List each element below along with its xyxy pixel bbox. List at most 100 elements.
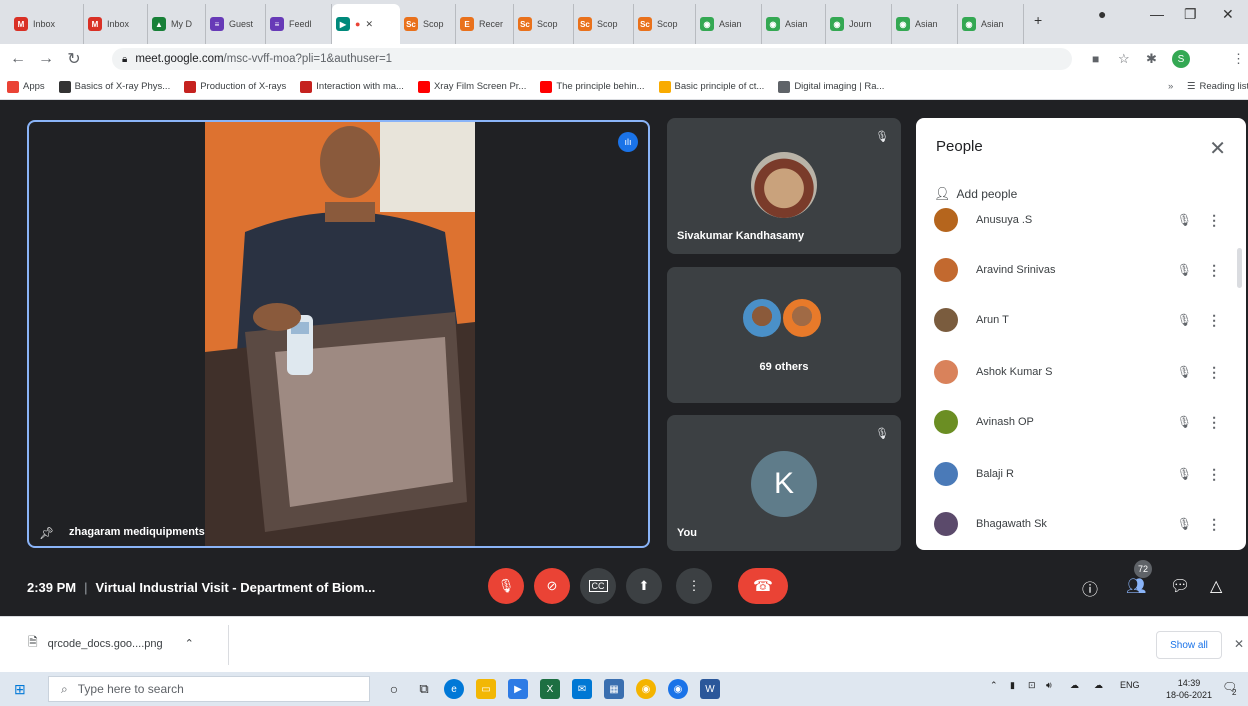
close-downloads-icon[interactable]: ✕ xyxy=(1234,637,1244,651)
browser-tab[interactable]: M Inbox xyxy=(84,4,148,44)
profile-avatar[interactable]: S xyxy=(1172,50,1190,68)
browser-tab[interactable]: ◉ Asian xyxy=(696,4,762,44)
browser-tab[interactable]: ▶ ● ✕ xyxy=(332,4,400,44)
people-scrollbar[interactable] xyxy=(1237,248,1242,288)
word-icon[interactable]: W xyxy=(700,679,720,699)
mail-icon[interactable]: ✉ xyxy=(572,679,592,699)
maximize-icon[interactable]: ❐ xyxy=(1184,0,1197,28)
browser-tab[interactable]: ◉ Asian xyxy=(958,4,1024,44)
more-vert-icon[interactable]: ⋮ xyxy=(1204,466,1224,483)
bookmark-star-icon[interactable]: ☆ xyxy=(1118,51,1130,67)
browser-tab[interactable]: ≡ Feedl xyxy=(266,4,332,44)
participant-name: Ashok Kumar S xyxy=(976,366,1053,378)
volume-icon[interactable]: 🔊︎ xyxy=(1046,680,1052,691)
people-icon[interactable]: 👥︎ xyxy=(1126,576,1146,596)
browser-tab[interactable]: ◉ Asian xyxy=(762,4,826,44)
pin-icon[interactable]: 📌︎ xyxy=(39,526,54,540)
browser-tab[interactable]: ▲ My D xyxy=(148,4,206,44)
task-view-icon[interactable]: ⧉ xyxy=(414,679,434,699)
bookmark-item[interactable]: Production of X-rays xyxy=(177,80,293,93)
new-tab-button[interactable]: + xyxy=(1034,6,1042,34)
excel-icon[interactable]: X xyxy=(540,679,560,699)
show-hidden-icons[interactable]: ⌃ xyxy=(990,680,998,691)
meeting-details-icon[interactable]: ⓘ xyxy=(1082,576,1098,600)
apps-bookmark[interactable]: Apps xyxy=(0,80,52,93)
bookmark-item[interactable]: Digital imaging | Ra... xyxy=(771,80,891,93)
participant-tile-sivakumar[interactable]: 🎙︎ Sivakumar Kandhasamy xyxy=(667,118,901,254)
network-icon[interactable]: ⊡ xyxy=(1028,680,1036,691)
onedrive-icon[interactable]: ☁ xyxy=(1070,680,1079,691)
camera-indicator-icon[interactable]: ■ xyxy=(1092,52,1099,66)
chevron-up-icon[interactable]: ⌃ xyxy=(185,637,194,650)
captions-button[interactable]: CC xyxy=(580,568,616,604)
participant-row[interactable]: Ashok Kumar S 🎙︎ ⋮ xyxy=(934,352,1224,392)
back-icon[interactable]: ← xyxy=(4,50,32,68)
main-video-tile[interactable]: ılı 📌︎ zhagaram mediquipments xyxy=(27,120,650,548)
zoom-icon[interactable]: ▶ xyxy=(508,679,528,699)
edge-icon[interactable]: e xyxy=(444,679,464,699)
extensions-icon[interactable]: ✱ xyxy=(1146,51,1157,67)
more-vert-icon[interactable]: ⋮ xyxy=(1204,414,1224,431)
globe-icon: ◉ xyxy=(830,17,844,31)
chrome-icon[interactable]: ◉ xyxy=(636,679,656,699)
browser-tab[interactable]: E Recer xyxy=(456,4,514,44)
more-vert-icon[interactable]: ⋮ xyxy=(1204,262,1224,279)
minimize-icon[interactable]: — xyxy=(1150,0,1164,28)
more-vert-icon[interactable]: ⋮ xyxy=(1204,516,1224,533)
tray-icon[interactable]: ▮ xyxy=(1010,680,1015,691)
bookmark-item[interactable]: The principle behin... xyxy=(533,80,651,93)
close-window-icon[interactable]: ✕ xyxy=(1222,0,1234,28)
taskbar-search-input[interactable]: ⌕ Type here to search xyxy=(48,676,370,702)
bookmark-item[interactable]: Xray Film Screen Pr... xyxy=(411,80,533,93)
more-vert-icon[interactable]: ⋮ xyxy=(1204,364,1224,381)
bookmark-item[interactable]: Basic principle of ct... xyxy=(652,80,772,93)
more-bookmarks-button[interactable]: » xyxy=(1168,81,1173,92)
browser-tab[interactable]: Sc Scop xyxy=(634,4,696,44)
participant-row[interactable]: Aravind Srinivas 🎙︎ ⋮ xyxy=(934,250,1224,290)
profile-circle-icon[interactable]: ● xyxy=(1098,0,1106,28)
self-tile[interactable]: 🎙︎ K You xyxy=(667,415,901,551)
participant-row[interactable]: Arun T 🎙︎ ⋮ xyxy=(934,300,1224,340)
chrome-profile-icon[interactable]: ◉ xyxy=(668,679,688,699)
reload-icon[interactable]: ↻ xyxy=(60,49,88,69)
language-indicator[interactable]: ENG xyxy=(1120,680,1140,690)
present-button[interactable]: ⬆ xyxy=(626,568,662,604)
camera-toggle-button[interactable]: ⊘ xyxy=(534,568,570,604)
chat-icon[interactable]: 💬︎ xyxy=(1170,576,1190,596)
url-input[interactable]: 🔒︎ meet.google.com/msc-vvff-moa?pli=1&au… xyxy=(112,48,1072,70)
file-explorer-icon[interactable]: ▭ xyxy=(476,679,496,699)
browser-tab[interactable]: ≡ Guest xyxy=(206,4,266,44)
bookmark-item[interactable]: Basics of X-ray Phys... xyxy=(52,80,178,93)
leave-call-button[interactable]: ☎ xyxy=(738,568,788,604)
participant-row[interactable]: Avinash OP 🎙︎ ⋮ xyxy=(934,402,1224,442)
onedrive-icon[interactable]: ☁ xyxy=(1094,680,1103,691)
browser-tab[interactable]: Sc Scop xyxy=(400,4,456,44)
participant-row[interactable]: Anusuya .S 🎙︎ ⋮ xyxy=(934,200,1224,240)
mic-toggle-button[interactable]: 🎙︎ xyxy=(488,568,524,604)
tab-label: Feedl xyxy=(289,19,312,29)
forward-icon[interactable]: → xyxy=(32,50,60,68)
activities-icon[interactable]: △ xyxy=(1210,576,1222,596)
browser-menu-icon[interactable]: ⋮ xyxy=(1232,51,1245,67)
browser-tab[interactable]: ◉ Asian xyxy=(892,4,958,44)
browser-tab[interactable]: M Inbox xyxy=(10,4,84,44)
show-all-button[interactable]: Show all xyxy=(1156,631,1222,659)
windows-start-icon[interactable]: ⊞ xyxy=(14,681,26,698)
download-item[interactable]: 🗎 qrcode_docs.goo....png ⌃ xyxy=(28,633,194,654)
others-tile[interactable]: 69 others xyxy=(667,267,901,403)
cortana-icon[interactable]: ○ xyxy=(384,679,404,699)
reading-list-button[interactable]: ☰ Reading list xyxy=(1180,81,1248,92)
browser-tab[interactable]: ◉ Journ xyxy=(826,4,892,44)
bookmark-item[interactable]: Interaction with ma... xyxy=(293,80,411,93)
more-vert-icon[interactable]: ⋮ xyxy=(1204,212,1224,229)
participant-row[interactable]: Bhagawath Sk 🎙︎ ⋮ xyxy=(934,504,1224,544)
browser-tab[interactable]: Sc Scop xyxy=(574,4,634,44)
close-tab-icon[interactable]: ✕ xyxy=(365,19,373,30)
participant-row[interactable]: Balaji R 🎙︎ ⋮ xyxy=(934,454,1224,494)
more-vert-icon[interactable]: ⋮ xyxy=(1204,312,1224,329)
browser-tab[interactable]: Sc Scop xyxy=(514,4,574,44)
more-options-button[interactable]: ⋮ xyxy=(676,568,712,604)
clock[interactable]: 14:39 18-06-2021 xyxy=(1166,677,1212,701)
close-panel-icon[interactable]: ✕ xyxy=(1209,136,1226,161)
store-icon[interactable]: ▦ xyxy=(604,679,624,699)
